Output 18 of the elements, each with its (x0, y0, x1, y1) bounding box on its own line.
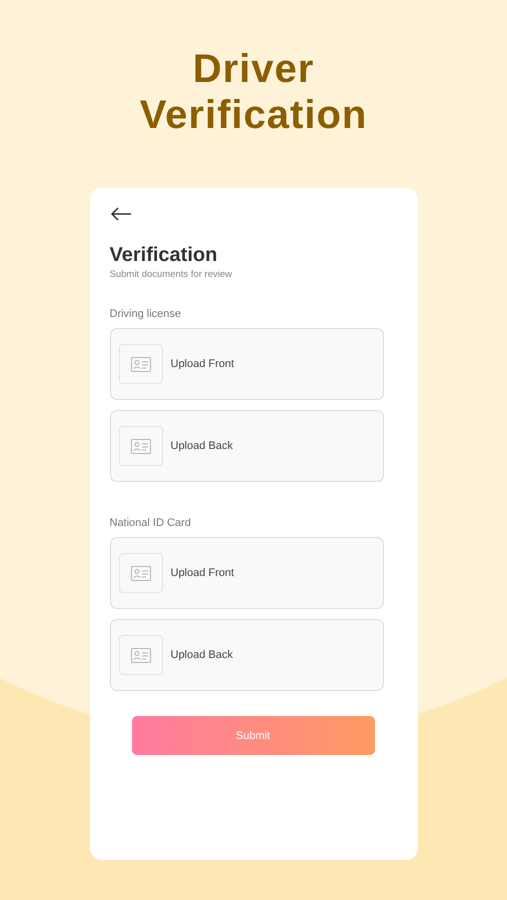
screen-title: Verification (110, 244, 218, 267)
upload-label: Upload Back (170, 440, 233, 452)
upload-label: Upload Back (170, 649, 233, 661)
upload-label: Upload Front (170, 358, 234, 370)
upload-tile[interactable]: Upload Front (110, 537, 384, 609)
section-label: National ID Card (110, 517, 192, 529)
upload-tile[interactable]: Upload Front (110, 328, 384, 400)
upload-tile[interactable]: Upload Back (110, 619, 384, 691)
id-card-icon (130, 438, 150, 454)
id-card-icon (130, 566, 150, 580)
id-card-icon (130, 356, 150, 372)
upload-tile[interactable]: Upload Back (110, 410, 384, 482)
page-headline: Driver Verification (138, 46, 368, 138)
back-arrow-icon[interactable] (110, 206, 132, 222)
section-label: Driving license (110, 308, 182, 320)
upload-label: Upload Front (170, 567, 234, 579)
screen-subtitle: Submit documents for review (110, 269, 233, 280)
id-card-icon (130, 648, 150, 662)
